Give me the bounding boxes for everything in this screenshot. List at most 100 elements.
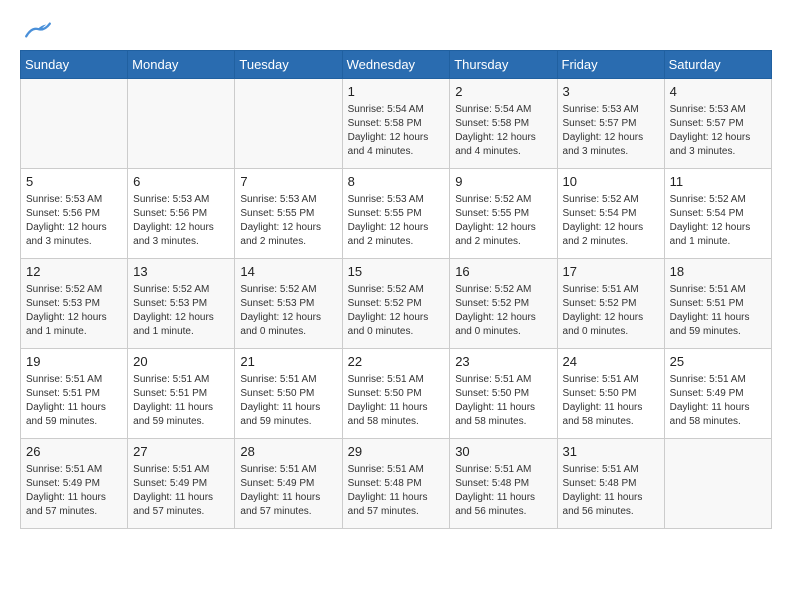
- day-number: 24: [563, 353, 659, 371]
- day-number: 5: [26, 173, 122, 191]
- day-info: Sunrise: 5:53 AM Sunset: 5:57 PM Dayligh…: [563, 103, 659, 159]
- calendar-header-row: SundayMondayTuesdayWednesdayThursdayFrid…: [21, 51, 772, 79]
- calendar-day-cell: 30 Sunrise: 5:51 AM Sunset: 5:48 PM Dayli…: [450, 439, 557, 529]
- calendar-day-header: Tuesday: [235, 51, 342, 79]
- day-info: Sunrise: 5:51 AM Sunset: 5:51 PM Dayligh…: [26, 373, 122, 429]
- day-info: Sunrise: 5:51 AM Sunset: 5:51 PM Dayligh…: [133, 373, 229, 429]
- day-info: Sunrise: 5:53 AM Sunset: 5:55 PM Dayligh…: [348, 193, 445, 249]
- day-number: 7: [240, 173, 336, 191]
- day-info: Sunrise: 5:52 AM Sunset: 5:52 PM Dayligh…: [348, 283, 445, 339]
- day-number: 11: [670, 173, 766, 191]
- calendar-empty-cell: [664, 439, 771, 529]
- day-number: 31: [563, 443, 659, 461]
- calendar-day-cell: 31 Sunrise: 5:51 AM Sunset: 5:48 PM Dayli…: [557, 439, 664, 529]
- day-info: Sunrise: 5:51 AM Sunset: 5:48 PM Dayligh…: [455, 463, 551, 519]
- calendar-week-row: 26Sunrise: 5:51 AM Sunset: 5:49 PM Dayli…: [21, 439, 772, 529]
- day-number: 8: [348, 173, 445, 191]
- day-info: Sunrise: 5:51 AM Sunset: 5:49 PM Dayligh…: [240, 463, 336, 519]
- day-number: 30: [455, 443, 551, 461]
- day-info: Sunrise: 5:51 AM Sunset: 5:50 PM Dayligh…: [348, 373, 445, 429]
- day-info: Sunrise: 5:52 AM Sunset: 5:54 PM Dayligh…: [670, 193, 766, 249]
- day-number: 6: [133, 173, 229, 191]
- day-info: Sunrise: 5:54 AM Sunset: 5:58 PM Dayligh…: [348, 103, 445, 159]
- day-number: 17: [563, 263, 659, 281]
- day-info: Sunrise: 5:53 AM Sunset: 5:55 PM Dayligh…: [240, 193, 336, 249]
- calendar-day-cell: 9Sunrise: 5:52 AM Sunset: 5:55 PM Daylig…: [450, 169, 557, 259]
- calendar-day-cell: 19Sunrise: 5:51 AM Sunset: 5:51 PM Dayli…: [21, 349, 128, 439]
- calendar-day-cell: 12Sunrise: 5:52 AM Sunset: 5:53 PM Dayli…: [21, 259, 128, 349]
- day-info: Sunrise: 5:51 AM Sunset: 5:48 PM Dayligh…: [348, 463, 445, 519]
- calendar-day-header: Saturday: [664, 51, 771, 79]
- day-number: 23: [455, 353, 551, 371]
- logo: [20, 20, 52, 40]
- day-number: 20: [133, 353, 229, 371]
- calendar-day-cell: 16 Sunrise: 5:52 AM Sunset: 5:52 PM Dayli…: [450, 259, 557, 349]
- day-info: Sunrise: 5:52 AM Sunset: 5:55 PM Dayligh…: [455, 193, 551, 249]
- day-number: 18: [670, 263, 766, 281]
- calendar-day-cell: 21 Sunrise: 5:51 AM Sunset: 5:50 PM Dayli…: [235, 349, 342, 439]
- calendar-day-cell: 26Sunrise: 5:51 AM Sunset: 5:49 PM Dayli…: [21, 439, 128, 529]
- day-number: 25: [670, 353, 766, 371]
- day-info: Sunrise: 5:53 AM Sunset: 5:56 PM Dayligh…: [133, 193, 229, 249]
- day-number: 10: [563, 173, 659, 191]
- day-info: Sunrise: 5:51 AM Sunset: 5:52 PM Dayligh…: [563, 283, 659, 339]
- calendar-table: SundayMondayTuesdayWednesdayThursdayFrid…: [20, 50, 772, 529]
- calendar-day-header: Wednesday: [342, 51, 450, 79]
- day-info: Sunrise: 5:51 AM Sunset: 5:50 PM Dayligh…: [240, 373, 336, 429]
- calendar-day-header: Friday: [557, 51, 664, 79]
- day-info: Sunrise: 5:52 AM Sunset: 5:54 PM Dayligh…: [563, 193, 659, 249]
- calendar-day-cell: 28 Sunrise: 5:51 AM Sunset: 5:49 PM Dayli…: [235, 439, 342, 529]
- calendar-day-cell: 11 Sunrise: 5:52 AM Sunset: 5:54 PM Dayli…: [664, 169, 771, 259]
- day-info: Sunrise: 5:53 AM Sunset: 5:57 PM Dayligh…: [670, 103, 766, 159]
- day-info: Sunrise: 5:51 AM Sunset: 5:51 PM Dayligh…: [670, 283, 766, 339]
- calendar-day-header: Sunday: [21, 51, 128, 79]
- calendar-day-cell: 10 Sunrise: 5:52 AM Sunset: 5:54 PM Dayli…: [557, 169, 664, 259]
- calendar-day-cell: 5 Sunrise: 5:53 AM Sunset: 5:56 PM Daylig…: [21, 169, 128, 259]
- day-info: Sunrise: 5:51 AM Sunset: 5:50 PM Dayligh…: [455, 373, 551, 429]
- calendar-week-row: 19Sunrise: 5:51 AM Sunset: 5:51 PM Dayli…: [21, 349, 772, 439]
- day-info: Sunrise: 5:51 AM Sunset: 5:49 PM Dayligh…: [670, 373, 766, 429]
- calendar-day-cell: 18 Sunrise: 5:51 AM Sunset: 5:51 PM Dayli…: [664, 259, 771, 349]
- calendar-day-cell: 29 Sunrise: 5:51 AM Sunset: 5:48 PM Dayli…: [342, 439, 450, 529]
- day-info: Sunrise: 5:54 AM Sunset: 5:58 PM Dayligh…: [455, 103, 551, 159]
- day-number: 14: [240, 263, 336, 281]
- day-number: 16: [455, 263, 551, 281]
- calendar-day-cell: 20 Sunrise: 5:51 AM Sunset: 5:51 PM Dayli…: [128, 349, 235, 439]
- day-info: Sunrise: 5:51 AM Sunset: 5:48 PM Dayligh…: [563, 463, 659, 519]
- day-info: Sunrise: 5:52 AM Sunset: 5:53 PM Dayligh…: [133, 283, 229, 339]
- day-number: 3: [563, 83, 659, 101]
- calendar-week-row: 5 Sunrise: 5:53 AM Sunset: 5:56 PM Daylig…: [21, 169, 772, 259]
- day-number: 2: [455, 83, 551, 101]
- calendar-empty-cell: [21, 79, 128, 169]
- day-number: 21: [240, 353, 336, 371]
- day-number: 28: [240, 443, 336, 461]
- day-info: Sunrise: 5:51 AM Sunset: 5:49 PM Dayligh…: [26, 463, 122, 519]
- calendar-day-cell: 14Sunrise: 5:52 AM Sunset: 5:53 PM Dayli…: [235, 259, 342, 349]
- day-number: 15: [348, 263, 445, 281]
- calendar-day-cell: 3 Sunrise: 5:53 AM Sunset: 5:57 PM Daylig…: [557, 79, 664, 169]
- calendar-day-cell: 22 Sunrise: 5:51 AM Sunset: 5:50 PM Dayli…: [342, 349, 450, 439]
- calendar-week-row: 12 Sunrise: 5:52 AM Sunset: 5:53 PM Dayli…: [21, 259, 772, 349]
- day-number: 13: [133, 263, 229, 281]
- day-number: 27: [133, 443, 229, 461]
- calendar-day-cell: 23 Sunrise: 5:51 AM Sunset: 5:50 PM Dayli…: [450, 349, 557, 439]
- day-info: Sunrise: 5:53 AM Sunset: 5:56 PM Dayligh…: [26, 193, 122, 249]
- day-number: 1: [348, 83, 445, 101]
- calendar-day-cell: 1 Sunrise: 5:54 AM Sunset: 5:58 PM Daylig…: [342, 79, 450, 169]
- logo-bird-icon: [24, 20, 52, 40]
- calendar-day-cell: 7 Sunrise: 5:53 AM Sunset: 5:55 PM Daylig…: [235, 169, 342, 259]
- day-info: Sunrise: 5:52 AM Sunset: 5:52 PM Dayligh…: [455, 283, 551, 339]
- calendar-day-cell: 27 Sunrise: 5:51 AM Sunset: 5:49 PM Dayli…: [128, 439, 235, 529]
- calendar-day-cell: 13 Sunrise: 5:52 AM Sunset: 5:53 PM Dayli…: [128, 259, 235, 349]
- calendar-day-cell: 2 Sunrise: 5:54 AM Sunset: 5:58 PM Daylig…: [450, 79, 557, 169]
- calendar-day-cell: 6 Sunrise: 5:53 AM Sunset: 5:56 PM Daylig…: [128, 169, 235, 259]
- day-number: 12: [26, 263, 122, 281]
- calendar-day-header: Thursday: [450, 51, 557, 79]
- day-number: 22: [348, 353, 445, 371]
- day-number: 4: [670, 83, 766, 101]
- calendar-day-cell: 4 Sunrise: 5:53 AM Sunset: 5:57 PM Daylig…: [664, 79, 771, 169]
- calendar-empty-cell: [235, 79, 342, 169]
- page-header: [20, 20, 772, 40]
- day-info: Sunrise: 5:51 AM Sunset: 5:49 PM Dayligh…: [133, 463, 229, 519]
- day-number: 29: [348, 443, 445, 461]
